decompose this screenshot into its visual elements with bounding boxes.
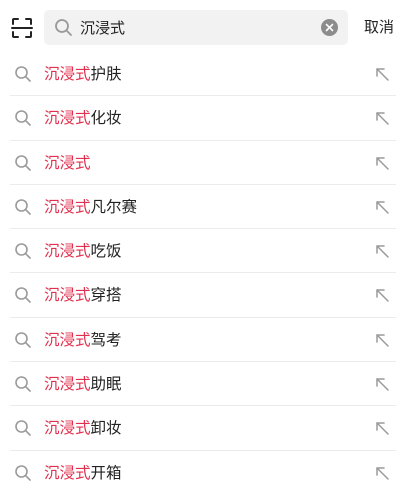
suggestion-highlight: 沉浸式	[44, 286, 91, 305]
suggestion-rest: 驾考	[90, 330, 122, 349]
search-icon	[14, 331, 32, 349]
search-header: 取消	[0, 0, 406, 56]
arrow-up-left-icon[interactable]	[374, 199, 390, 215]
suggestion-highlight: 沉浸式	[44, 65, 91, 83]
suggestion-rest: 凡尔赛	[90, 197, 138, 216]
arrow-up-left-icon[interactable]	[374, 287, 390, 303]
suggestion-rest: 开箱	[90, 463, 122, 482]
search-icon	[14, 154, 32, 172]
arrow-up-left-icon[interactable]	[374, 376, 390, 392]
suggestion-text: 沉浸式	[44, 141, 91, 185]
suggestion-text: 沉浸式穿搭	[44, 273, 122, 317]
suggestion-text: 沉浸式凡尔赛	[44, 185, 137, 229]
arrow-up-left-icon[interactable]	[374, 155, 390, 171]
arrow-up-left-icon[interactable]	[374, 243, 390, 259]
search-icon	[14, 419, 32, 437]
suggestion-text: 沉浸式开箱	[44, 451, 122, 495]
suggestion-text: 沉浸式卸妆	[44, 406, 122, 450]
suggestion-text: 沉浸式化妆	[44, 96, 122, 140]
suggestion-item[interactable]: 沉浸式	[0, 141, 406, 186]
arrow-up-left-icon[interactable]	[374, 420, 390, 436]
suggestion-rest: 助眠	[90, 375, 122, 394]
suggestion-rest: 卸妆	[90, 419, 122, 438]
suggestion-highlight: 沉浸式	[44, 242, 91, 261]
suggestion-item[interactable]: 沉浸式护肤	[0, 52, 406, 97]
cancel-button[interactable]: 取消	[364, 17, 394, 37]
search-icon	[14, 242, 32, 260]
suggestion-item[interactable]: 沉浸式化妆	[0, 96, 406, 141]
suggestion-text: 沉浸式吃饭	[44, 229, 122, 273]
search-box[interactable]	[44, 10, 348, 45]
search-input[interactable]	[80, 10, 316, 45]
suggestion-item[interactable]: 沉浸式驾考	[0, 318, 406, 363]
arrow-up-left-icon[interactable]	[374, 66, 390, 82]
suggestion-highlight: 沉浸式	[44, 375, 91, 394]
suggestion-item[interactable]: 沉浸式开箱	[0, 451, 406, 495]
suggestion-highlight: 沉浸式	[44, 197, 91, 216]
search-icon	[14, 198, 32, 216]
search-icon	[14, 375, 32, 393]
search-icon	[14, 65, 32, 83]
suggestion-text: 沉浸式驾考	[44, 318, 122, 362]
clear-icon[interactable]	[321, 19, 338, 36]
suggestion-highlight: 沉浸式	[44, 419, 91, 438]
suggestion-item[interactable]: 沉浸式穿搭	[0, 273, 406, 319]
suggestion-item[interactable]: 沉浸式凡尔赛	[0, 185, 406, 230]
suggestion-rest: 护肤	[90, 65, 122, 83]
suggestion-item[interactable]: 沉浸式助眠	[0, 362, 406, 407]
arrow-up-left-icon[interactable]	[374, 110, 390, 126]
suggestion-rest: 化妆	[90, 109, 122, 128]
search-icon	[54, 18, 73, 37]
arrow-up-left-icon[interactable]	[374, 332, 390, 348]
search-icon	[14, 464, 32, 482]
suggestion-rest: 吃饭	[90, 242, 122, 261]
search-icon	[14, 286, 32, 304]
suggestion-rest: 穿搭	[90, 286, 122, 305]
suggestion-text: 沉浸式护肤	[44, 52, 122, 96]
suggestion-highlight: 沉浸式	[44, 463, 91, 482]
suggestion-item[interactable]: 沉浸式卸妆	[0, 406, 406, 451]
suggestion-highlight: 沉浸式	[44, 109, 91, 128]
suggestion-item[interactable]: 沉浸式吃饭	[0, 229, 406, 274]
suggestion-text: 沉浸式助眠	[44, 362, 122, 406]
suggestion-list: 沉浸式护肤 沉浸式化妆 沉浸式 沉浸式凡尔赛 沉浸式吃饭 沉浸式穿搭 沉浸式驾考 沉浸式助眠沉…	[0, 52, 406, 495]
scan-icon[interactable]	[10, 16, 34, 40]
search-icon	[14, 109, 32, 127]
arrow-up-left-icon[interactable]	[374, 465, 390, 481]
suggestion-highlight: 沉浸式	[44, 330, 91, 349]
suggestion-highlight: 沉浸式	[44, 153, 91, 172]
